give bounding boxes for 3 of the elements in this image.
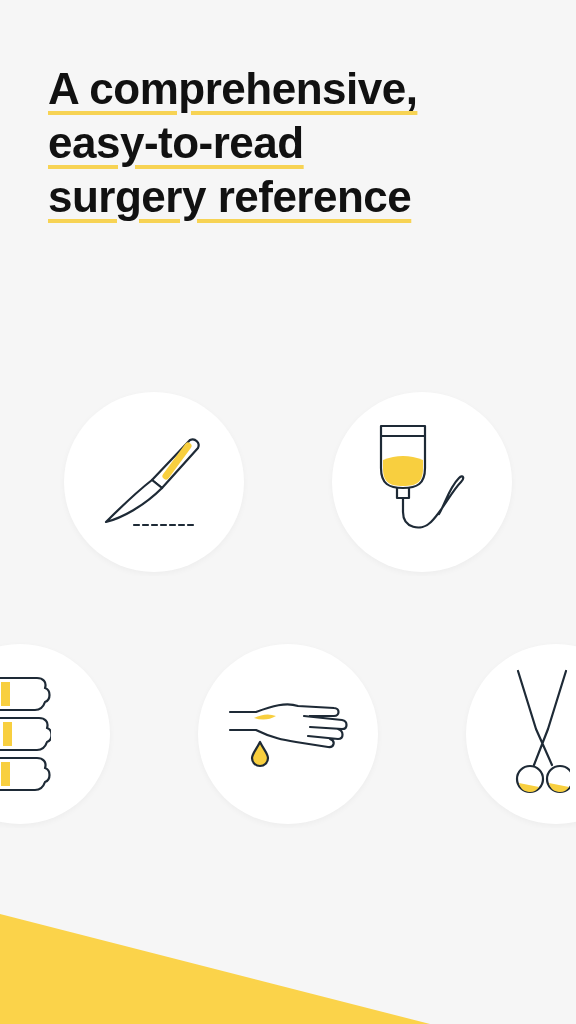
headline-line: easy-to-read [48,117,304,169]
headline-line: surgery reference [48,171,412,223]
headline-line: A comprehensive, [48,63,418,115]
